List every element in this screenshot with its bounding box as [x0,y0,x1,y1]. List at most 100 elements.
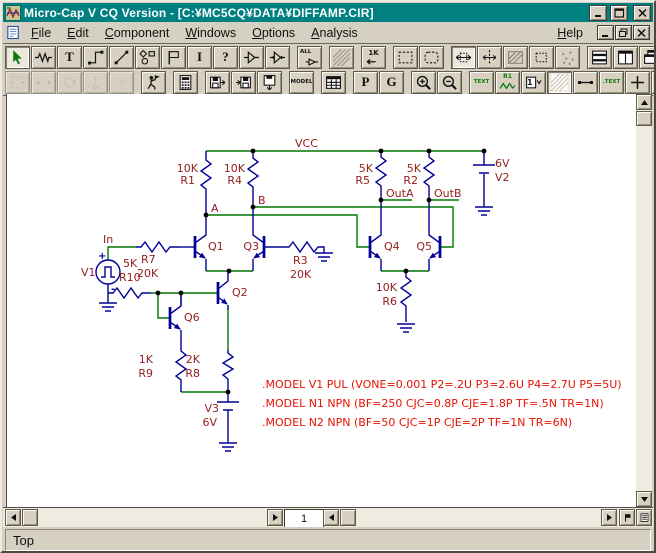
menu-windows[interactable]: Windows [177,24,244,42]
horizontal-scroll-thumb[interactable] [22,509,38,526]
graphics-shapes-tool[interactable] [135,46,160,69]
vertical-scrollbar[interactable] [636,94,652,507]
outb-label[interactable]: OutB [434,187,462,200]
vertical-scroll-thumb[interactable] [636,111,652,126]
q1-label[interactable]: Q1 [208,240,224,253]
menu-file[interactable]: File [23,24,59,42]
wire-mode-tool[interactable] [83,46,108,69]
r7-ref-label[interactable]: R7 [141,253,156,266]
node-numbers-button[interactable]: 1 [521,71,546,94]
help-mode-tool[interactable]: ? [213,46,238,69]
r9-ref-label[interactable]: R9 [138,367,153,380]
r3-value-label[interactable]: 20K [290,268,312,281]
r9-value-label[interactable]: 1K [139,353,154,366]
p-key-button[interactable]: P [353,71,378,94]
step-component-tool[interactable]: 1K [361,46,386,69]
r10-ref-label[interactable]: R10 [119,271,141,284]
horizontal-scroll-thumb-2[interactable] [340,509,356,526]
calculator-button[interactable] [173,71,198,94]
text-mode-tool[interactable]: T [57,46,82,69]
r8-value-label[interactable]: 2K [186,353,201,366]
g-key-button[interactable]: G [379,71,404,94]
save-as-button[interactable] [257,71,282,94]
model-statement-2[interactable]: .MODEL N1 NPN (BF=250 CJC=0.8P CJE=1.8P … [262,397,604,410]
cascade-windows-button[interactable] [639,46,656,69]
scroll-up-button[interactable] [636,94,652,110]
menu-analysis[interactable]: Analysis [303,24,366,42]
child-minimize-button[interactable] [597,25,614,40]
pattern-swatch-tool[interactable] [329,46,354,69]
text-toggle-button[interactable]: TEXT [469,71,494,94]
node-b-label[interactable]: B [258,194,266,207]
tile-horizontal-button[interactable] [587,46,612,69]
model-statement-1[interactable]: .MODEL V1 PUL (VONE=0.001 P2=.2U P3=2.6U… [262,378,622,391]
child-close-button[interactable] [633,25,650,40]
horizontal-scrollbar[interactable]: 1 [3,507,653,528]
r1-ref-label[interactable]: R1 [180,174,195,187]
v2-ref-label[interactable]: V2 [495,171,510,184]
maximize-button[interactable] [610,5,628,21]
v2-value-label[interactable]: 6V [495,157,510,170]
r2-ref-label[interactable]: R2 [403,174,418,187]
scroll-left-button[interactable] [5,509,21,526]
q4-label[interactable]: Q4 [384,240,400,253]
select-tool[interactable] [5,46,30,69]
menu-component[interactable]: Component [97,24,178,42]
buffer-io-tool[interactable] [265,46,290,69]
model-statement-3[interactable]: .MODEL N2 NPN (BF=50 CJC=1P CJE=2P TF=1N… [262,416,572,429]
r8-ref-label[interactable]: R8 [185,367,200,380]
v3-ref-label[interactable]: V3 [204,402,219,415]
outa-label[interactable]: OutA [386,187,414,200]
model-text-toggle-button[interactable]: .TEXT [599,71,624,94]
wire-display-button[interactable] [573,71,598,94]
diagonal-wire-tool[interactable] [109,46,134,69]
buffer-gate-tool[interactable] [239,46,264,69]
flip-horizontal-tool[interactable] [451,46,476,69]
zoom-out-button[interactable] [437,71,462,94]
menu-edit[interactable]: Edit [59,24,97,42]
v1-plus-label[interactable]: + [98,251,106,262]
select-region-round-tool[interactable] [419,46,444,69]
r6-value-label[interactable]: 10K [376,281,398,294]
grid-pattern-button[interactable] [547,71,572,94]
mirror-tool[interactable] [477,46,502,69]
q2-label[interactable]: Q2 [232,286,248,299]
q6-label[interactable]: Q6 [184,311,200,324]
flag-tool[interactable] [161,46,186,69]
q5-label[interactable]: Q5 [416,240,432,253]
model-editor-button[interactable]: MODEL [289,71,314,94]
tile-vertical-button[interactable] [613,46,638,69]
node-a-label[interactable]: A [211,202,219,215]
scroll-right-button[interactable] [601,509,617,526]
dashed-region-tool[interactable] [529,46,554,69]
select-region-tool[interactable] [393,46,418,69]
run-analysis-button[interactable] [141,71,166,94]
r5-ref-label[interactable]: R5 [355,174,370,187]
component-mode-tool[interactable] [31,46,56,69]
vcc-label[interactable]: VCC [295,137,318,150]
in-label[interactable]: In [103,233,113,246]
info-tool[interactable]: I [187,46,212,69]
child-restore-button[interactable] [615,25,632,40]
document-icon[interactable] [6,25,21,40]
fill-pattern-tool[interactable] [503,46,528,69]
page-next-button[interactable] [323,509,339,526]
menu-help[interactable]: Help [549,24,591,42]
r10-value-label[interactable]: 5K [123,257,138,270]
save-file-button[interactable] [205,71,230,94]
grid-dots-button[interactable] [651,71,656,94]
r6-ref-label[interactable]: R6 [382,295,397,308]
v3-value-label[interactable]: 6V [202,416,217,429]
page-number-box[interactable]: 1 [284,509,324,528]
zoom-in-button[interactable] [411,71,436,94]
v1-minus-label[interactable]: - [111,284,115,295]
schematic-canvas[interactable]: VCC10KR110KR45KR55KR26VV2ABOutAOutBInR72… [6,94,637,507]
load-file-button[interactable] [231,71,256,94]
page-flag-button[interactable] [619,509,635,526]
r3-ref-label[interactable]: R3 [293,254,308,267]
close-button[interactable] [633,5,651,21]
all-paths-tool[interactable]: ALL [297,46,322,69]
probe-toggle-button[interactable]: R1 [495,71,520,94]
crosshair-button[interactable] [625,71,650,94]
title-bar[interactable]: Micro-Cap V CQ Version - [C:¥MC5CQ¥DATA¥… [3,3,653,22]
